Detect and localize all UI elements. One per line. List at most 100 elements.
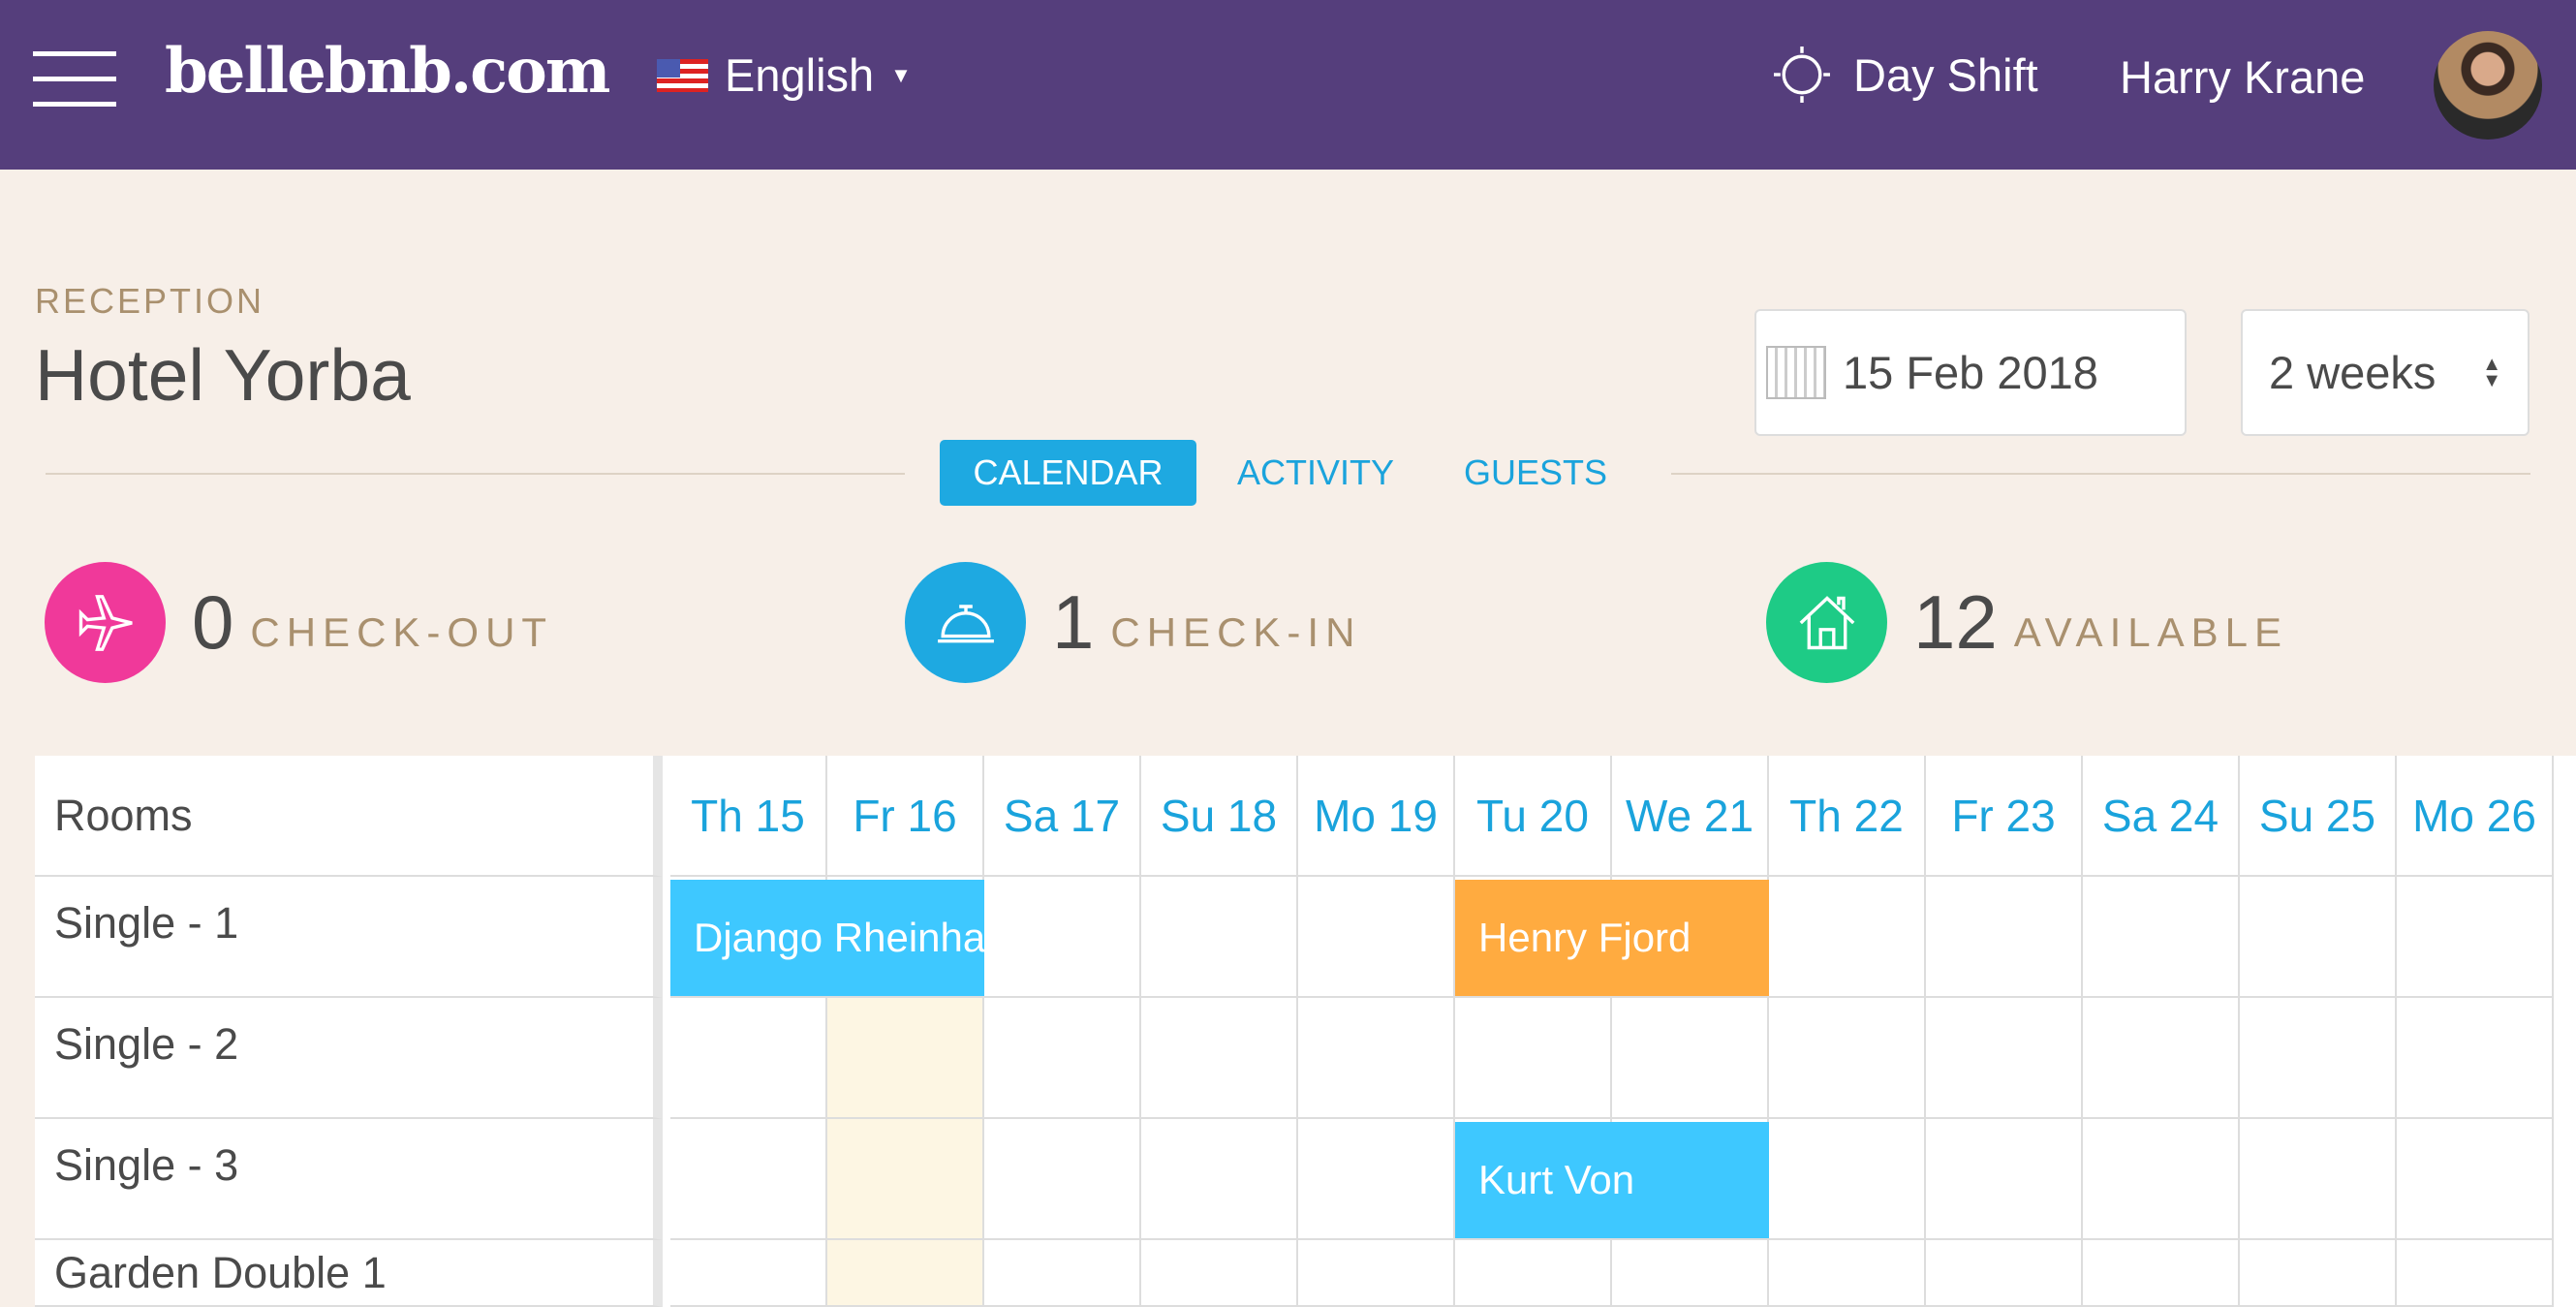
day-header[interactable]: Tu 20: [1455, 756, 1612, 877]
calendar-cell[interactable]: [2083, 1119, 2240, 1240]
calendar-cell[interactable]: [2083, 1240, 2240, 1307]
page-title: Hotel Yorba: [35, 334, 411, 416]
divider: [46, 473, 905, 475]
date-picker[interactable]: 15 Feb 2018: [1754, 309, 2187, 436]
calendar-cell[interactable]: [1926, 1240, 2083, 1307]
calendar-cell[interactable]: [984, 877, 1141, 998]
calendar-cell[interactable]: [827, 1240, 984, 1307]
available-count: 12: [1913, 579, 1998, 665]
calendar-cell[interactable]: [984, 998, 1141, 1119]
tab-activity[interactable]: ACTIVITY: [1224, 440, 1408, 506]
stat-available: 12 AVAILABLE: [1766, 562, 2288, 683]
language-label: English: [725, 49, 875, 101]
day-header[interactable]: Fr 23: [1926, 756, 2083, 877]
check-out-count: 0: [192, 579, 234, 665]
booking[interactable]: Henry Fjord: [1455, 880, 1769, 996]
calendar-cell[interactable]: [1141, 998, 1298, 1119]
day-header[interactable]: Sa 24: [2083, 756, 2240, 877]
menu-icon[interactable]: [33, 51, 116, 108]
range-value: 2 weeks: [2269, 347, 2436, 398]
calendar-cell[interactable]: [1926, 998, 2083, 1119]
calendar-cell[interactable]: [670, 1119, 827, 1240]
calendar-cell[interactable]: [827, 1119, 984, 1240]
calendar-cell[interactable]: [1298, 1119, 1455, 1240]
calendar-cell[interactable]: [1298, 998, 1455, 1119]
calendar-cell[interactable]: [1769, 998, 1926, 1119]
calendar-cell[interactable]: [1926, 877, 2083, 998]
calendar-cell[interactable]: [2240, 1119, 2397, 1240]
shift-label: Day Shift: [1853, 48, 2038, 101]
avatar[interactable]: [2434, 31, 2542, 140]
day-header[interactable]: Sa 17: [984, 756, 1141, 877]
check-out-label: CHECK-OUT: [250, 608, 554, 655]
tab-calendar[interactable]: CALENDAR: [940, 440, 1196, 506]
calendar-grid: Rooms Th 15 Fr 16 Sa 17 Su 18 Mo 19 Tu 20 We 2…: [35, 756, 2576, 1307]
tab-guests[interactable]: GUESTS: [1455, 440, 1616, 506]
calendar-cell[interactable]: [1769, 1119, 1926, 1240]
calendar-cell[interactable]: [2083, 998, 2240, 1119]
day-header[interactable]: Th 15: [670, 756, 827, 877]
reception-bell-icon: [905, 562, 1026, 683]
calendar-cell[interactable]: [2240, 1240, 2397, 1307]
calendar-cell[interactable]: [984, 1119, 1141, 1240]
calendar-cell[interactable]: [827, 998, 984, 1119]
day-header[interactable]: Fr 16: [827, 756, 984, 877]
shift-toggle[interactable]: Day Shift: [1774, 47, 2038, 103]
caret-down-icon: ▼: [890, 62, 912, 87]
calendar-cell[interactable]: [670, 1240, 827, 1307]
stat-check-in: 1 CHECK-IN: [905, 562, 1361, 683]
calendar-icon: [1766, 346, 1826, 399]
day-header[interactable]: Su 18: [1141, 756, 1298, 877]
sun-icon: [1774, 47, 1830, 103]
calendar-cell[interactable]: [2240, 877, 2397, 998]
updown-arrows-icon: ▲ ▼: [2482, 353, 2501, 391]
calendar-cell[interactable]: [1298, 877, 1455, 998]
airplane-icon: [45, 562, 166, 683]
calendar-cell[interactable]: [2397, 998, 2554, 1119]
day-header[interactable]: Th 22: [1769, 756, 1926, 877]
calendar-cell[interactable]: [1612, 998, 1769, 1119]
check-in-label: CHECK-IN: [1110, 608, 1362, 655]
rooms-header: Rooms: [35, 756, 663, 877]
calendar-cell[interactable]: [1455, 1240, 1612, 1307]
calendar-cell[interactable]: [2397, 877, 2554, 998]
day-header[interactable]: We 21: [1612, 756, 1769, 877]
room-label: Single - 2: [35, 998, 663, 1119]
logo[interactable]: bellebnb.com: [165, 35, 610, 108]
day-header[interactable]: Mo 26: [2397, 756, 2554, 877]
top-navbar: bellebnb.com English ▼ Day Shift Harry Kr…: [0, 0, 2576, 170]
calendar-cell[interactable]: [1298, 1240, 1455, 1307]
calendar-cell[interactable]: [2397, 1119, 2554, 1240]
booking[interactable]: Kurt Von: [1455, 1122, 1769, 1238]
us-flag-icon: [657, 58, 708, 92]
calendar-cell[interactable]: [1455, 998, 1612, 1119]
calendar-cell[interactable]: [1769, 1240, 1926, 1307]
calendar-cell[interactable]: [2083, 877, 2240, 998]
divider: [1671, 473, 2530, 475]
calendar-cell[interactable]: [1926, 1119, 2083, 1240]
range-select[interactable]: 2 weeks ▲ ▼: [2241, 309, 2529, 436]
calendar-cell[interactable]: [1769, 877, 1926, 998]
room-label: Single - 1: [35, 877, 663, 998]
check-in-count: 1: [1052, 579, 1095, 665]
calendar-cell[interactable]: [2397, 1240, 2554, 1307]
day-header[interactable]: Mo 19: [1298, 756, 1455, 877]
calendar-cell[interactable]: [1141, 877, 1298, 998]
date-value: 15 Feb 2018: [1843, 347, 2098, 398]
calendar-cell[interactable]: [1141, 1240, 1298, 1307]
calendar-cell[interactable]: [1612, 1240, 1769, 1307]
language-selector[interactable]: English ▼: [657, 48, 912, 102]
house-icon: [1766, 562, 1887, 683]
room-label: Garden Double 1: [35, 1240, 663, 1307]
booking[interactable]: Django Rheinhardt: [670, 880, 984, 996]
room-label: Single - 3: [35, 1119, 663, 1240]
calendar-cell[interactable]: [2240, 998, 2397, 1119]
calendar-cell[interactable]: [984, 1240, 1141, 1307]
section-label: RECEPTION: [35, 281, 265, 321]
day-header[interactable]: Su 25: [2240, 756, 2397, 877]
calendar-cell[interactable]: [670, 998, 827, 1119]
calendar-cell[interactable]: [1141, 1119, 1298, 1240]
stat-check-out: 0 CHECK-OUT: [45, 562, 553, 683]
user-name[interactable]: Harry Krane: [2120, 50, 2365, 104]
available-label: AVAILABLE: [2013, 608, 2288, 655]
